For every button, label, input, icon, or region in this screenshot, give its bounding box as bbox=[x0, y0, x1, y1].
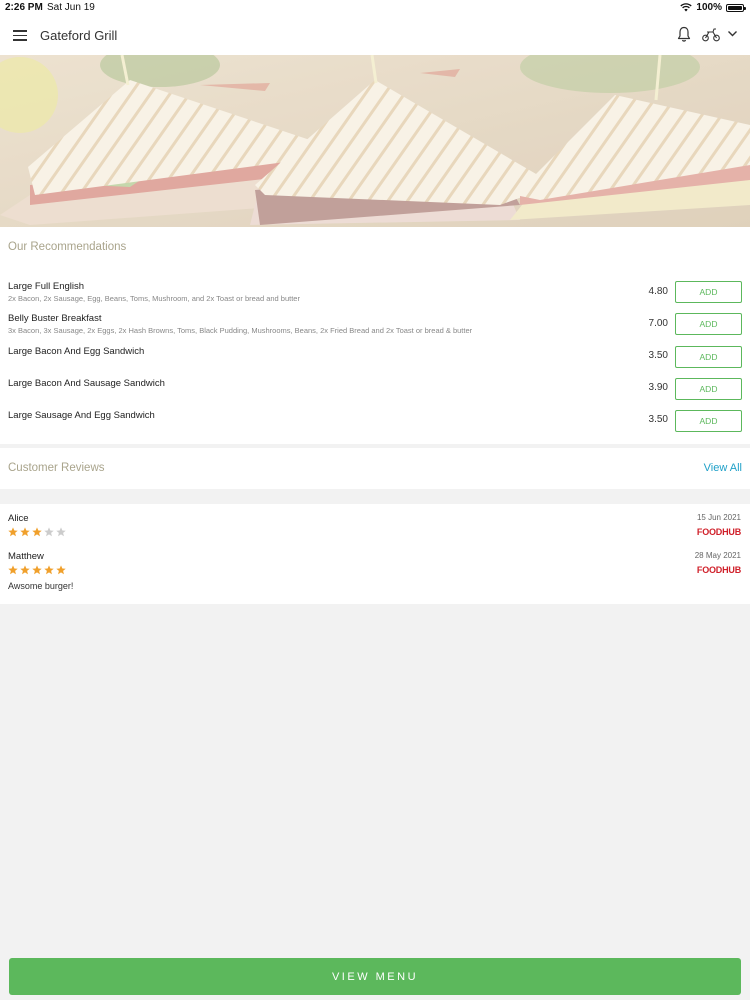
menu-item: Large Full English 2x Bacon, 2x Sausage,… bbox=[0, 281, 750, 311]
status-time: 2:26 PM bbox=[5, 2, 43, 13]
menu-item-name: Large Bacon And Sausage Sandwich bbox=[8, 378, 165, 389]
add-to-cart-button[interactable]: ADD bbox=[675, 410, 742, 432]
chevron-down-icon[interactable] bbox=[727, 29, 738, 38]
add-to-cart-button[interactable]: ADD bbox=[675, 313, 742, 335]
review-comment: Awsome burger! bbox=[8, 581, 74, 591]
star-filled-icon bbox=[56, 565, 66, 575]
menu-item-price: 3.50 bbox=[648, 350, 668, 361]
menu-item-price: 3.90 bbox=[648, 382, 668, 393]
star-empty-icon bbox=[44, 527, 54, 537]
menu-item-name: Large Bacon And Egg Sandwich bbox=[8, 346, 145, 357]
review-date: 15 Jun 2021 bbox=[696, 513, 741, 522]
menu-item-description: 2x Bacon, 2x Sausage, Egg, Beans, Toms, … bbox=[8, 294, 300, 303]
delivery-scooter-icon[interactable] bbox=[701, 27, 721, 42]
status-indicators: 100% bbox=[680, 2, 746, 13]
reviewer-name: Matthew bbox=[8, 551, 44, 562]
star-filled-icon bbox=[8, 565, 18, 575]
add-to-cart-button[interactable]: ADD bbox=[675, 378, 742, 400]
app-header: Gateford Grill bbox=[0, 16, 750, 55]
status-date: Sat Jun 19 bbox=[47, 2, 95, 13]
menu-item-name: Belly Buster Breakfast bbox=[8, 313, 102, 324]
menu-item-price: 4.80 bbox=[648, 286, 668, 297]
bell-icon[interactable] bbox=[677, 26, 691, 43]
status-bar: 2:26 PM Sat Jun 19 100% bbox=[0, 0, 750, 16]
reviewer-name: Alice bbox=[8, 513, 29, 524]
foodhub-logo: FOODHUB bbox=[696, 527, 741, 537]
view-menu-button[interactable]: VIEW MENU bbox=[9, 958, 741, 995]
add-to-cart-button[interactable]: ADD bbox=[675, 346, 742, 368]
reviews-list: Alice 15 Jun 2021 FOODHUB Matthew 28 May… bbox=[0, 504, 750, 604]
menu-item: Large Sausage And Egg Sandwich 3.50 ADD bbox=[0, 410, 750, 440]
menu-item: Large Bacon And Sausage Sandwich 3.90 AD… bbox=[0, 378, 750, 408]
star-filled-icon bbox=[32, 527, 42, 537]
reviews-header: Customer Reviews View All bbox=[0, 448, 750, 489]
menu-item: Large Bacon And Egg Sandwich 3.50 ADD bbox=[0, 346, 750, 376]
add-to-cart-button[interactable]: ADD bbox=[675, 281, 742, 303]
menu-item-name: Large Sausage And Egg Sandwich bbox=[8, 410, 155, 421]
review-date: 28 May 2021 bbox=[694, 551, 741, 560]
menu-item: Belly Buster Breakfast 3x Bacon, 3x Saus… bbox=[0, 313, 750, 343]
menu-icon[interactable] bbox=[13, 30, 27, 41]
star-filled-icon bbox=[20, 527, 30, 537]
star-filled-icon bbox=[44, 565, 54, 575]
battery-percentage: 100% bbox=[696, 2, 722, 13]
foodhub-logo: FOODHUB bbox=[696, 565, 741, 575]
hero-banner-image bbox=[0, 55, 750, 227]
menu-item-price: 7.00 bbox=[648, 318, 668, 329]
reviews-title: Customer Reviews bbox=[8, 462, 105, 474]
star-filled-icon bbox=[32, 565, 42, 575]
restaurant-title: Gateford Grill bbox=[40, 28, 118, 43]
star-filled-icon bbox=[8, 527, 18, 537]
sandwich-illustration bbox=[0, 55, 750, 227]
battery-icon bbox=[726, 3, 746, 12]
star-rating bbox=[8, 565, 66, 575]
battery-fill bbox=[728, 5, 742, 10]
menu-item-price: 3.50 bbox=[648, 414, 668, 425]
menu-item-description: 3x Bacon, 3x Sausage, 2x Eggs, 2x Hash B… bbox=[8, 326, 473, 335]
star-filled-icon bbox=[20, 565, 30, 575]
star-rating bbox=[8, 527, 66, 537]
view-all-reviews-link[interactable]: View All bbox=[704, 462, 742, 474]
menu-item-name: Large Full English bbox=[8, 281, 85, 292]
star-empty-icon bbox=[56, 527, 66, 537]
recommendations-section: Our Recommendations Large Full English 2… bbox=[0, 227, 750, 444]
recommendations-title: Our Recommendations bbox=[8, 241, 127, 253]
wifi-icon bbox=[680, 3, 693, 12]
